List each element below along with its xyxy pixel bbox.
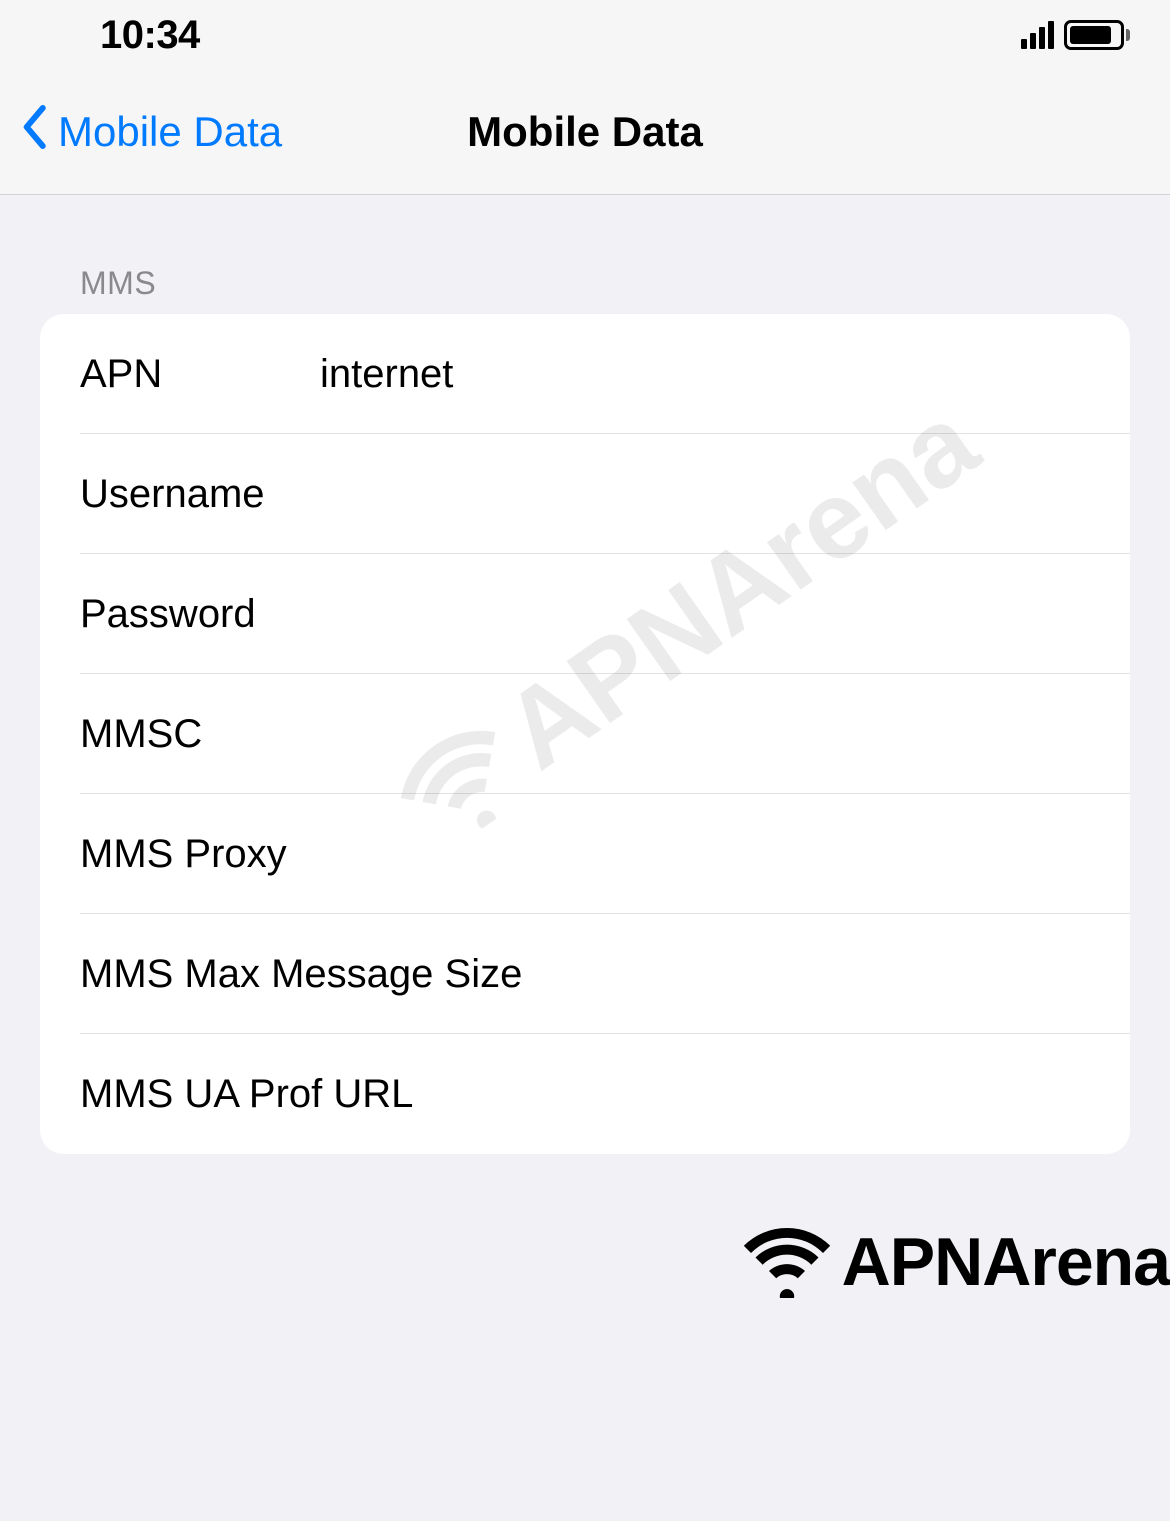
mms-max-size-input[interactable] — [522, 952, 1090, 997]
back-button[interactable]: Mobile Data — [0, 105, 282, 159]
status-indicators — [1021, 20, 1130, 50]
setting-row-mmsc[interactable]: MMSC — [40, 674, 1130, 794]
watermark-bottom: APNArena — [742, 1223, 1170, 1301]
battery-icon — [1064, 20, 1130, 50]
setting-row-username[interactable]: Username — [40, 434, 1130, 554]
wifi-icon — [742, 1226, 832, 1298]
mmsc-label: MMSC — [80, 712, 320, 757]
mms-proxy-label: MMS Proxy — [80, 832, 287, 877]
setting-row-password[interactable]: Password — [40, 554, 1130, 674]
setting-row-mms-ua-prof[interactable]: MMS UA Prof URL — [40, 1034, 1130, 1154]
mms-ua-prof-label: MMS UA Prof URL — [80, 1072, 413, 1117]
section-header-mms: MMS — [0, 265, 1170, 314]
mms-proxy-input[interactable] — [287, 832, 1090, 877]
content: MMS APN Username Password MMSC MMS Proxy… — [0, 195, 1170, 1154]
setting-row-apn[interactable]: APN — [40, 314, 1130, 434]
status-time: 10:34 — [100, 13, 200, 58]
navigation-bar: Mobile Data Mobile Data — [0, 70, 1170, 195]
cellular-signal-icon — [1021, 21, 1054, 49]
password-label: Password — [80, 592, 320, 637]
mms-ua-prof-input[interactable] — [413, 1072, 1090, 1117]
back-button-label: Mobile Data — [58, 108, 282, 156]
setting-row-mms-proxy[interactable]: MMS Proxy — [40, 794, 1130, 914]
apn-label: APN — [80, 352, 320, 397]
apn-input[interactable] — [320, 352, 1090, 397]
password-input[interactable] — [320, 592, 1090, 637]
status-bar: 10:34 — [0, 0, 1170, 70]
chevron-left-icon — [20, 105, 48, 159]
page-title: Mobile Data — [467, 108, 703, 156]
setting-row-mms-max-size[interactable]: MMS Max Message Size — [40, 914, 1130, 1034]
username-label: Username — [80, 472, 320, 517]
watermark-bottom-text: APNArena — [842, 1223, 1170, 1301]
mmsc-input[interactable] — [320, 712, 1090, 757]
mms-settings-group: APN Username Password MMSC MMS Proxy MMS… — [40, 314, 1130, 1154]
username-input[interactable] — [320, 472, 1090, 517]
mms-max-size-label: MMS Max Message Size — [80, 952, 522, 997]
